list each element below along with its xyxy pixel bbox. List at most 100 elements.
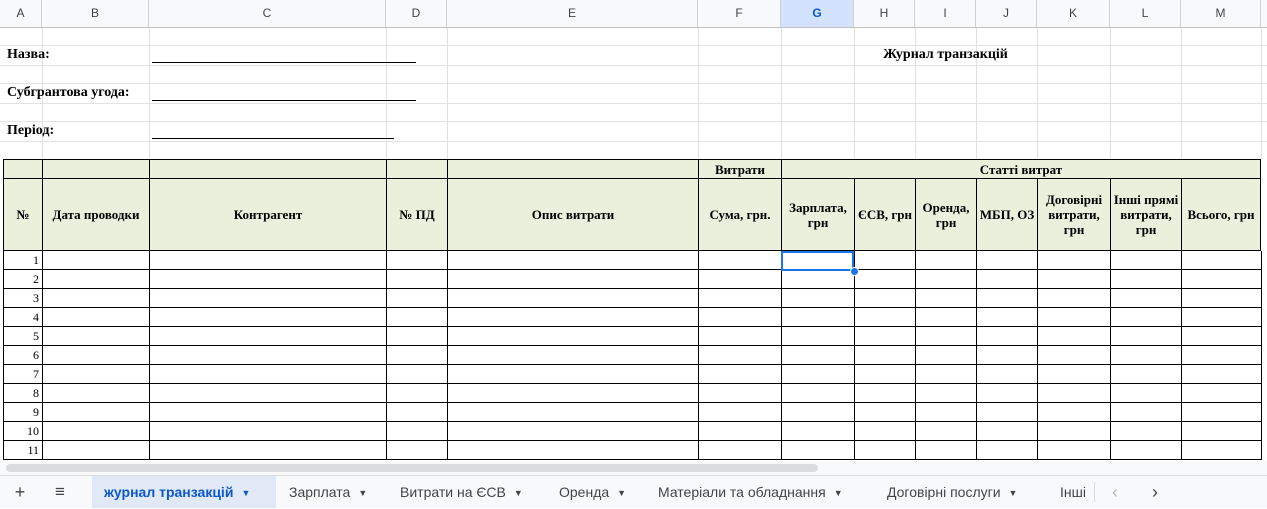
table-cell[interactable] bbox=[1181, 308, 1262, 327]
table-cell[interactable] bbox=[447, 365, 699, 384]
table-cell[interactable] bbox=[386, 441, 448, 460]
table-cell[interactable] bbox=[976, 384, 1038, 403]
table-cell[interactable] bbox=[447, 308, 699, 327]
row-number[interactable]: 6 bbox=[3, 346, 43, 365]
row-number[interactable]: 11 bbox=[3, 441, 43, 460]
table-cell[interactable] bbox=[1037, 365, 1111, 384]
table-cell[interactable] bbox=[781, 422, 855, 441]
table-cell[interactable] bbox=[1181, 251, 1262, 270]
table-cell[interactable] bbox=[42, 365, 150, 384]
table-cell[interactable] bbox=[976, 403, 1038, 422]
table-cell[interactable] bbox=[915, 308, 977, 327]
table-cell[interactable] bbox=[915, 289, 977, 308]
chevron-right-icon[interactable]: › bbox=[1144, 476, 1166, 508]
table-cell[interactable] bbox=[976, 308, 1038, 327]
table-cell[interactable] bbox=[1110, 270, 1182, 289]
horizontal-scrollbar[interactable] bbox=[0, 461, 1267, 475]
column-header-m[interactable]: M bbox=[1181, 0, 1261, 27]
table-cell[interactable] bbox=[781, 365, 855, 384]
selected-cell[interactable] bbox=[781, 251, 854, 271]
table-cell[interactable] bbox=[386, 270, 448, 289]
table-cell[interactable] bbox=[149, 441, 387, 460]
table-cell[interactable] bbox=[1037, 270, 1111, 289]
table-cell[interactable] bbox=[386, 422, 448, 441]
row-number[interactable]: 8 bbox=[3, 384, 43, 403]
column-header-a[interactable]: A bbox=[0, 0, 42, 27]
table-cell[interactable] bbox=[1110, 422, 1182, 441]
table-cell[interactable] bbox=[42, 384, 150, 403]
table-cell[interactable] bbox=[447, 384, 699, 403]
table-cell[interactable] bbox=[42, 327, 150, 346]
table-cell[interactable] bbox=[698, 308, 782, 327]
table-cell[interactable] bbox=[42, 251, 150, 270]
row-number[interactable]: 7 bbox=[3, 365, 43, 384]
table-cell[interactable] bbox=[698, 346, 782, 365]
table-cell[interactable] bbox=[1037, 422, 1111, 441]
table-cell[interactable] bbox=[1037, 251, 1111, 270]
chevron-left-icon[interactable]: ‹ bbox=[1104, 476, 1126, 508]
row-number[interactable]: 9 bbox=[3, 403, 43, 422]
tab-materials[interactable]: Матеріали та обладнання ▼ bbox=[658, 476, 843, 508]
column-header-c[interactable]: C bbox=[149, 0, 386, 27]
table-cell[interactable] bbox=[854, 384, 916, 403]
table-cell[interactable] bbox=[42, 346, 150, 365]
table-cell[interactable] bbox=[149, 403, 387, 422]
column-header-i[interactable]: I bbox=[915, 0, 976, 27]
table-cell[interactable] bbox=[447, 441, 699, 460]
table-cell[interactable] bbox=[1110, 251, 1182, 270]
column-header-j[interactable]: J bbox=[976, 0, 1037, 27]
table-cell[interactable] bbox=[854, 270, 916, 289]
table-cell[interactable] bbox=[447, 403, 699, 422]
tab-other[interactable]: Інші bbox=[1060, 476, 1092, 508]
table-cell[interactable] bbox=[1037, 346, 1111, 365]
table-cell[interactable] bbox=[42, 422, 150, 441]
table-cell[interactable] bbox=[386, 308, 448, 327]
table-cell[interactable] bbox=[1037, 289, 1111, 308]
table-cell[interactable] bbox=[447, 346, 699, 365]
table-cell[interactable] bbox=[149, 346, 387, 365]
table-cell[interactable] bbox=[781, 403, 855, 422]
table-cell[interactable] bbox=[447, 422, 699, 441]
table-cell[interactable] bbox=[976, 251, 1038, 270]
table-cell[interactable] bbox=[915, 346, 977, 365]
spreadsheet-grid[interactable]: Назва: Субгрантова угода: Період: Журнал… bbox=[0, 28, 1267, 461]
table-cell[interactable] bbox=[42, 308, 150, 327]
table-cell[interactable] bbox=[1110, 403, 1182, 422]
table-cell[interactable] bbox=[915, 365, 977, 384]
table-cell[interactable] bbox=[1181, 289, 1262, 308]
column-header-h[interactable]: H bbox=[854, 0, 915, 27]
table-cell[interactable] bbox=[781, 308, 855, 327]
table-cell[interactable] bbox=[976, 270, 1038, 289]
table-cell[interactable] bbox=[1037, 327, 1111, 346]
table-cell[interactable] bbox=[854, 327, 916, 346]
table-cell[interactable] bbox=[698, 289, 782, 308]
table-cell[interactable] bbox=[149, 422, 387, 441]
table-cell[interactable] bbox=[976, 441, 1038, 460]
column-header-f[interactable]: F bbox=[698, 0, 781, 27]
table-cell[interactable] bbox=[1110, 441, 1182, 460]
table-cell[interactable] bbox=[42, 441, 150, 460]
tab-journal[interactable]: журнал транзакцій ▼ bbox=[92, 476, 276, 508]
table-cell[interactable] bbox=[1110, 308, 1182, 327]
table-cell[interactable] bbox=[149, 327, 387, 346]
table-cell[interactable] bbox=[976, 422, 1038, 441]
table-cell[interactable] bbox=[854, 441, 916, 460]
table-cell[interactable] bbox=[781, 384, 855, 403]
table-cell[interactable] bbox=[149, 384, 387, 403]
table-cell[interactable] bbox=[854, 365, 916, 384]
chevron-down-icon[interactable]: ▼ bbox=[241, 477, 250, 509]
scrollbar-thumb[interactable] bbox=[6, 464, 818, 472]
table-cell[interactable] bbox=[854, 346, 916, 365]
table-cell[interactable] bbox=[1110, 327, 1182, 346]
chevron-down-icon[interactable]: ▼ bbox=[514, 477, 523, 509]
column-header-k[interactable]: K bbox=[1037, 0, 1110, 27]
table-cell[interactable] bbox=[698, 384, 782, 403]
table-cell[interactable] bbox=[698, 441, 782, 460]
row-number[interactable]: 10 bbox=[3, 422, 43, 441]
table-cell[interactable] bbox=[698, 422, 782, 441]
row-number[interactable]: 4 bbox=[3, 308, 43, 327]
column-header-l[interactable]: L bbox=[1110, 0, 1181, 27]
table-cell[interactable] bbox=[854, 403, 916, 422]
hamburger-icon[interactable]: ≡ bbox=[48, 476, 72, 508]
table-cell[interactable] bbox=[915, 251, 977, 270]
